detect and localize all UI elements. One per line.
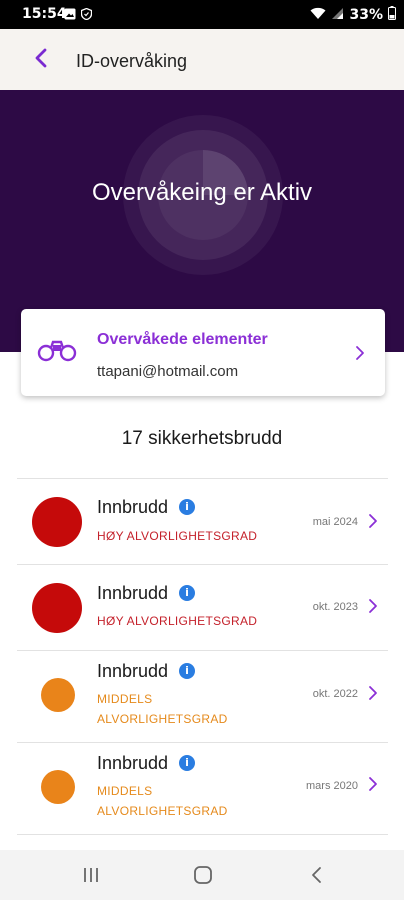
breach-row[interactable]: Innbrudd i MIDDELS ALVORLIGHETSGRAD mars… bbox=[17, 742, 388, 834]
breach-row[interactable]: Innbrudd i MIDDELS ALVORLIGHETSGRAD okt.… bbox=[17, 650, 388, 742]
info-icon[interactable]: i bbox=[179, 585, 195, 601]
page-title: ID-overvåking bbox=[76, 51, 188, 71]
recent-apps-icon[interactable] bbox=[82, 864, 100, 891]
chevron-right-icon bbox=[368, 513, 378, 534]
breach-date: mars 2020 bbox=[306, 780, 358, 792]
info-icon[interactable]: i bbox=[179, 755, 195, 771]
breach-row[interactable]: Innbrudd i HØY ALVORLIGHETSGRAD mai 2024 bbox=[17, 478, 388, 564]
breach-title: Innbrudd bbox=[97, 583, 169, 603]
severity-label: MIDDELS bbox=[97, 784, 153, 798]
severity-label: MIDDELS bbox=[97, 692, 153, 706]
chevron-right-icon bbox=[355, 345, 365, 366]
breach-count: 17 sikkerhetsbrudd bbox=[121, 428, 283, 449]
breach-date: okt. 2023 bbox=[312, 601, 358, 613]
severity-medium-dot bbox=[41, 770, 75, 804]
monitoring-status-title: Overvåkeing er Aktiv bbox=[91, 179, 313, 206]
chevron-right-icon bbox=[368, 598, 378, 619]
battery-percent: 33% bbox=[349, 7, 383, 23]
monitored-items-title: Overvåkede elementer bbox=[97, 331, 268, 348]
breach-date: okt. 2022 bbox=[312, 688, 358, 700]
severity-high-dot bbox=[32, 497, 82, 547]
breach-title: Innbrudd bbox=[97, 661, 169, 681]
monitored-items-card[interactable]: Overvåkede elementer ttapani@hotmail.com bbox=[21, 309, 385, 396]
severity-high-dot bbox=[32, 583, 82, 633]
status-bar: 15:54 33% bbox=[0, 0, 404, 29]
info-icon[interactable]: i bbox=[179, 499, 195, 515]
list-divider bbox=[17, 834, 388, 835]
back-icon[interactable] bbox=[310, 864, 324, 891]
breach-title: Innbrudd bbox=[97, 497, 169, 517]
image-icon bbox=[64, 8, 76, 24]
chevron-right-icon bbox=[368, 776, 378, 797]
status-time: 15:54 bbox=[22, 6, 67, 22]
breach-date: mai 2024 bbox=[312, 516, 358, 528]
chevron-left-icon bbox=[34, 47, 48, 74]
back-button[interactable] bbox=[28, 47, 54, 73]
severity-label-line2: ALVORLIGHETSGRAD bbox=[97, 712, 228, 726]
chevron-right-icon bbox=[368, 685, 378, 706]
severity-label: HØY ALVORLIGHETSGRAD bbox=[97, 529, 258, 543]
info-icon[interactable]: i bbox=[179, 663, 195, 679]
severity-label-line2: ALVORLIGHETSGRAD bbox=[97, 804, 228, 818]
home-icon[interactable] bbox=[193, 864, 213, 891]
binoculars-icon bbox=[37, 339, 77, 368]
breach-row[interactable]: Innbrudd i HØY ALVORLIGHETSGRAD okt. 202… bbox=[17, 564, 388, 650]
app-header: ID-overvåking bbox=[0, 29, 404, 90]
shield-icon bbox=[80, 7, 93, 24]
wifi-icon bbox=[310, 7, 326, 24]
breach-title: Innbrudd bbox=[97, 753, 169, 773]
signal-icon bbox=[331, 7, 344, 24]
severity-label: HØY ALVORLIGHETSGRAD bbox=[97, 614, 258, 628]
system-nav-bar bbox=[0, 850, 404, 900]
severity-medium-dot bbox=[41, 678, 75, 712]
monitored-email: ttapani@hotmail.com bbox=[97, 363, 239, 380]
battery-icon bbox=[388, 6, 396, 24]
